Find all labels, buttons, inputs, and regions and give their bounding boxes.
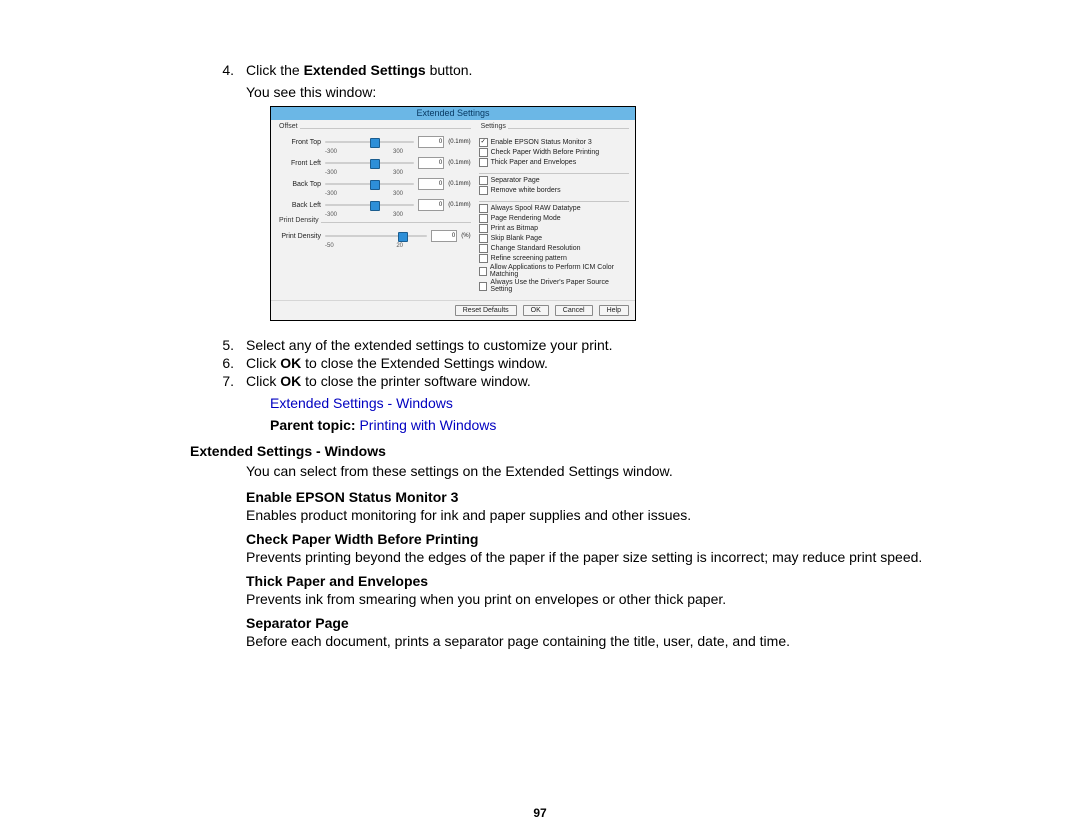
section-heading: Extended Settings - Windows xyxy=(190,443,980,459)
def-body: Enables product monitoring for ink and p… xyxy=(246,507,980,523)
ordered-steps: 4. Click the Extended Settings button. Y… xyxy=(190,62,980,100)
slider-back-left[interactable] xyxy=(325,204,414,206)
slider-label-density: Print Density xyxy=(277,233,321,240)
slider-label-back-left: Back Left xyxy=(277,202,321,209)
ok-button[interactable]: OK xyxy=(523,305,549,316)
link-printing-with-windows[interactable]: Printing with Windows xyxy=(359,417,496,433)
slider-unit-back-left: (0.1mm) xyxy=(448,202,470,208)
checkbox-enable-status-monitor[interactable]: Enable EPSON Status Monitor 3 xyxy=(479,138,629,147)
step4-text-suffix: button. xyxy=(426,62,473,78)
step-number: 6. xyxy=(190,355,234,371)
step-number: 5. xyxy=(190,337,234,353)
checkbox-refine-screening[interactable]: Refine screening pattern xyxy=(479,254,629,263)
slider-value-back-left[interactable]: 0 xyxy=(418,199,444,211)
def-body: Before each document, prints a separator… xyxy=(246,633,980,649)
slider-value-back-top[interactable]: 0 xyxy=(418,178,444,190)
checkbox-remove-white-borders[interactable]: Remove white borders xyxy=(479,186,629,195)
def-heading: Separator Page xyxy=(246,615,980,631)
slider-value-density[interactable]: 0 xyxy=(431,230,457,242)
slider-unit-back-top: (0.1mm) xyxy=(448,181,470,187)
step6-prefix: Click xyxy=(246,355,280,371)
slider-value-front-left[interactable]: 0 xyxy=(418,157,444,169)
slider-density[interactable] xyxy=(325,235,427,237)
checkbox-check-paper-width[interactable]: Check Paper Width Before Printing xyxy=(479,148,629,157)
checkbox-print-bitmap[interactable]: Print as Bitmap xyxy=(479,224,629,233)
step7-suffix: to close the printer software window. xyxy=(301,373,531,389)
step4-emph: Extended Settings xyxy=(304,62,426,78)
checkbox-change-resolution[interactable]: Change Standard Resolution xyxy=(479,244,629,253)
step5-text: Select any of the extended settings to c… xyxy=(246,337,980,353)
def-heading: Enable EPSON Status Monitor 3 xyxy=(246,489,980,505)
slider-label-front-top: Front Top xyxy=(277,139,321,146)
slider-label-back-top: Back Top xyxy=(277,181,321,188)
checkbox-icm-matching[interactable]: Allow Applications to Perform ICM Color … xyxy=(479,264,629,278)
step4-line2: You see this window: xyxy=(246,84,980,100)
checkbox-thick-paper[interactable]: Thick Paper and Envelopes xyxy=(479,158,629,167)
help-button[interactable]: Help xyxy=(599,305,629,316)
step6-emph: OK xyxy=(280,355,301,371)
step7-emph: OK xyxy=(280,373,301,389)
slider-value-front-top[interactable]: 0 xyxy=(418,136,444,148)
group-density: Print Density xyxy=(277,217,321,224)
def-body: Prevents ink from smearing when you prin… xyxy=(246,591,980,607)
group-offset: Offset xyxy=(277,123,300,130)
step4-text-prefix: Click the xyxy=(246,62,304,78)
def-heading: Thick Paper and Envelopes xyxy=(246,573,980,589)
slider-front-top[interactable] xyxy=(325,141,414,143)
dialog-title: Extended Settings xyxy=(271,107,635,120)
checkbox-paper-source[interactable]: Always Use the Driver's Paper Source Set… xyxy=(479,279,629,293)
def-body: Prevents printing beyond the edges of th… xyxy=(246,549,980,565)
checkbox-separator-page[interactable]: Separator Page xyxy=(479,176,629,185)
checkbox-page-rendering[interactable]: Page Rendering Mode xyxy=(479,214,629,223)
step-number: 7. xyxy=(190,373,234,389)
group-settings: Settings xyxy=(479,123,508,130)
step6-suffix: to close the Extended Settings window. xyxy=(301,355,548,371)
slider-back-top[interactable] xyxy=(325,183,414,185)
slider-front-left[interactable] xyxy=(325,162,414,164)
page-number: 97 xyxy=(0,806,1080,820)
reset-defaults-button[interactable]: Reset Defaults xyxy=(455,305,517,316)
slider-unit-density: (%) xyxy=(461,233,470,239)
section-intro: You can select from these settings on th… xyxy=(246,463,980,479)
link-extended-settings-windows[interactable]: Extended Settings - Windows xyxy=(270,395,453,411)
extended-settings-dialog: Extended Settings Offset Front Top 0 (0.… xyxy=(270,106,636,321)
checkbox-skip-blank[interactable]: Skip Blank Page xyxy=(479,234,629,243)
slider-label-front-left: Front Left xyxy=(277,160,321,167)
parent-topic-label: Parent topic: xyxy=(270,417,356,433)
checkbox-spool-raw[interactable]: Always Spool RAW Datatype xyxy=(479,204,629,213)
step7-prefix: Click xyxy=(246,373,280,389)
slider-unit-front-top: (0.1mm) xyxy=(448,139,470,145)
cancel-button[interactable]: Cancel xyxy=(555,305,593,316)
step-number: 4. xyxy=(190,62,234,100)
def-heading: Check Paper Width Before Printing xyxy=(246,531,980,547)
slider-unit-front-left: (0.1mm) xyxy=(448,160,470,166)
